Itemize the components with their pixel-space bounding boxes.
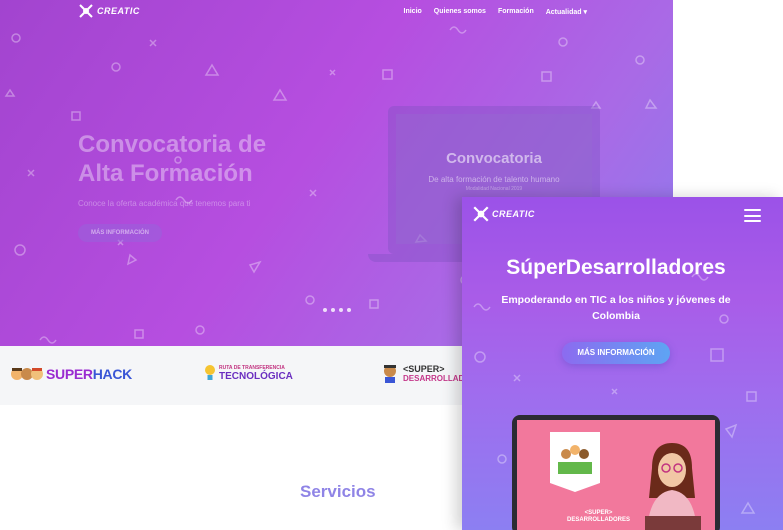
hero-title-line1: Convocatoria de [78, 131, 267, 158]
laptop-title: Convocatoria [446, 150, 542, 167]
hero-more-info-button[interactable]: MÁS INFORMACIÓN [78, 224, 162, 242]
kids-faces-icon [11, 368, 43, 380]
mobile-mockup: CREATIC SúperDesarrolladores Empoderando… [462, 197, 783, 530]
hero-text: Conoce la oferta académica que tenemos p… [78, 199, 251, 208]
screen-desarrolladores-text: DESARROLLADORES [567, 517, 631, 523]
ruta-text: RUTA DE TRANSFERENCIA TECNOLÓGICA [219, 365, 293, 382]
screen-super-text: <SUPER> [584, 510, 613, 516]
laptop-small-text: Modalidad Nacional 2019 [465, 186, 523, 192]
carousel-dot[interactable] [331, 308, 335, 312]
carousel-dots [323, 308, 351, 312]
hero-title: Convocatoria de Alta Formación [78, 130, 298, 188]
ruta-transferencia-logo[interactable]: RUTA DE TRANSFERENCIA TECNOLÓGICA [204, 364, 293, 382]
burger-line [744, 214, 761, 217]
hamburger-menu-icon[interactable] [744, 209, 761, 222]
girl-with-glasses-image [645, 443, 701, 530]
burger-line [744, 220, 761, 222]
mobile-creatic-logo[interactable]: CREATIC [472, 205, 535, 223]
superhack-text-a: SUPER [46, 366, 93, 382]
kids-group-icon [558, 445, 592, 474]
ruta-big-text: TECNOLÓGICA [219, 370, 293, 382]
character-icon [384, 365, 396, 383]
mobile-laptop-screen: <SUPER> DESARROLLADORES [517, 420, 715, 530]
carousel-dot[interactable] [347, 308, 351, 312]
mobile-hero-title: SúperDesarrolladores [506, 256, 726, 279]
hero-title-line2: Alta Formación [78, 160, 253, 187]
ruta-small-text: RUTA DE TRANSFERENCIA [219, 364, 285, 371]
burger-line [744, 209, 761, 211]
creatic-logo-icon [79, 4, 93, 18]
screen-superdesarrolladores-logo: <SUPER> DESARROLLADORES [567, 510, 630, 524]
creatic-logo-icon [473, 206, 489, 222]
mobile-hero-subtitle: Empoderando en TIC a los niños y jóvenes… [501, 294, 731, 322]
superhack-logo[interactable]: SUPERHACK [10, 365, 132, 383]
services-heading: Servicios [300, 482, 376, 501]
carousel-dot[interactable] [323, 308, 327, 312]
superhack-text-b: HACK [92, 366, 133, 382]
showcase-stage: CREATIC Inicio Quienes somos Formación A… [0, 0, 783, 530]
mobile-laptop: <SUPER> DESARROLLADORES [512, 415, 720, 530]
superhack-text: SUPERHACK [46, 366, 132, 382]
mobile-more-info-button[interactable]: MÁS INFORMACIÓN [562, 342, 670, 364]
mobile-brand-name: CREATIC [492, 209, 535, 219]
laptop-subtitle: De alta formación de talento humano [428, 175, 560, 184]
screen-banner [550, 432, 600, 492]
creatic-logo[interactable]: CREATIC [78, 3, 140, 19]
brand-name: CREATIC [97, 6, 140, 16]
carousel-dot[interactable] [339, 308, 343, 312]
lightbulb-icon [205, 365, 215, 380]
